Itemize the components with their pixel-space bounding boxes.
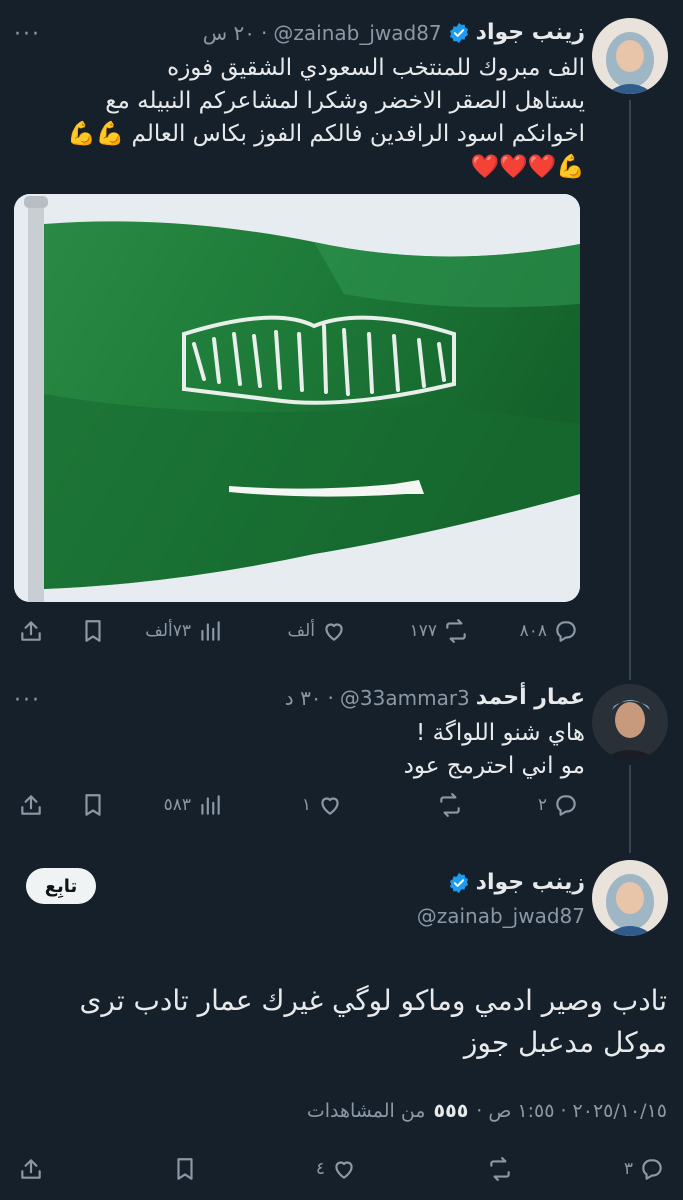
tweet-actions: ٣ ٤ xyxy=(0,1150,683,1190)
avatar[interactable] xyxy=(592,684,668,760)
tweet-text-line: الف مبروك للمنتخب السعودي الشقيق فوزه xyxy=(167,55,585,81)
repost-count: ١٧٧ xyxy=(409,621,437,641)
views-count: ٧٣ألف xyxy=(145,621,191,641)
author-block: زينب جواد xyxy=(448,870,585,895)
tweet-text-line: يستاهل الصقر الاخضر وشكرا لمشاعركم النبي… xyxy=(105,88,585,114)
reply-count: ٣ xyxy=(623,1159,633,1179)
reply-button[interactable]: ٢ xyxy=(538,792,579,818)
author-handle[interactable]: @33ammar3 xyxy=(340,686,470,710)
author-name[interactable]: زينب جواد xyxy=(476,20,585,45)
views-label: من المشاهدات xyxy=(306,1100,426,1122)
repost-icon xyxy=(440,793,460,817)
reply-button[interactable]: ٨٠٨ xyxy=(520,618,579,644)
reply-button[interactable]: ٣ xyxy=(624,1156,665,1182)
share-button[interactable] xyxy=(18,792,44,818)
share-icon xyxy=(21,795,41,815)
reply-icon xyxy=(642,1159,662,1180)
bookmark-icon xyxy=(85,620,101,642)
author-name[interactable]: عمار أحمد xyxy=(476,685,585,710)
tweet-timestamp-row: ٢٠٢٥/١٠/١٥ · ١:٥٥ ص · ٥٥٥ من المشاهدات xyxy=(307,1100,667,1122)
tweet-body: هاي شنو اللواگة ! مو اني احترمج عود xyxy=(25,717,585,783)
like-button[interactable]: ألف xyxy=(287,618,347,644)
reply-count: ٨٠٨ xyxy=(519,621,547,641)
main-tweet-text: تادب وصير ادمي وماكو لوگي غيرك عمار تادب… xyxy=(79,984,667,1059)
tweet-media-flag-image[interactable] xyxy=(14,194,580,602)
reply-count: ٢ xyxy=(537,795,547,815)
author-handle[interactable]: @zainab_jwad87 xyxy=(417,904,585,928)
like-icon xyxy=(325,623,343,641)
tweet-header: زينب جواد @zainab_jwad87 · ٢٠ س xyxy=(203,20,585,45)
separator: · xyxy=(327,685,334,710)
like-count: ألف xyxy=(287,621,315,641)
more-icon[interactable]: ··· xyxy=(14,22,41,47)
views-icon xyxy=(201,621,220,641)
bookmark-button[interactable] xyxy=(80,618,106,644)
share-button[interactable] xyxy=(18,618,44,644)
tweet-text-line: مو اني احترمج عود xyxy=(403,753,585,779)
repost-button[interactable]: ١٧٧ xyxy=(410,618,469,644)
tweet-time[interactable]: ٣٠ د xyxy=(285,686,322,710)
bookmark-button[interactable] xyxy=(80,792,106,818)
tweet-time[interactable]: ٢٠ س xyxy=(203,21,255,45)
like-button[interactable]: ١ xyxy=(302,792,343,818)
repost-button[interactable] xyxy=(437,792,463,818)
bookmark-icon xyxy=(85,794,101,816)
like-icon xyxy=(335,1161,353,1179)
like-icon xyxy=(321,797,339,815)
tweet-text-line: 💪❤️❤️❤️ xyxy=(470,154,585,180)
follow-button[interactable]: تابِع xyxy=(26,868,96,904)
repost-icon xyxy=(446,619,466,643)
tweet-timestamp[interactable]: ٢٠٢٥/١٠/١٥ · ١:٥٥ ص · xyxy=(476,1100,667,1122)
share-icon xyxy=(21,1159,41,1179)
reply-icon xyxy=(556,795,576,816)
like-count: ١ xyxy=(301,795,311,815)
tweet-header: عمار أحمد @33ammar3 · ٣٠ د xyxy=(285,685,585,710)
more-icon[interactable]: ··· xyxy=(14,688,41,713)
avatar[interactable] xyxy=(592,860,668,936)
avatar[interactable] xyxy=(592,18,668,94)
bookmark-button[interactable] xyxy=(172,1156,198,1182)
reply-icon xyxy=(556,621,576,642)
tweet-text-line: هاي شنو اللواگة ! xyxy=(416,720,585,746)
views-button[interactable]: ٧٣ألف xyxy=(145,618,223,644)
bookmark-icon xyxy=(177,1158,193,1180)
thread-line-1 xyxy=(629,100,631,680)
verified-icon xyxy=(449,22,468,43)
verified-icon xyxy=(449,872,468,893)
tweet-actions: ٨٠٨ ١٧٧ ألف ٧٣ألف xyxy=(0,612,683,652)
views-button[interactable]: ٥٨٣ xyxy=(164,792,223,818)
share-icon xyxy=(21,621,41,641)
like-button[interactable]: ٤ xyxy=(316,1156,357,1182)
repost-button[interactable] xyxy=(487,1156,513,1182)
tweet-body: الف مبروك للمنتخب السعودي الشقيق فوزه يس… xyxy=(25,52,585,184)
separator: · xyxy=(261,20,268,45)
tweet-actions: ٢ ١ ٥٨٣ xyxy=(0,786,683,826)
like-count: ٤ xyxy=(315,1159,325,1179)
views-count: ٥٥٥ xyxy=(433,1100,469,1122)
author-name[interactable]: زينب جواد xyxy=(476,870,585,895)
tweet-text-line: اخوانكم اسود الرافدين فالكم الفوز بكاس ا… xyxy=(66,121,585,147)
author-handle[interactable]: @zainab_jwad87 xyxy=(273,21,441,45)
views-icon xyxy=(201,795,220,815)
views-count: ٥٨٣ xyxy=(163,795,191,815)
repost-icon xyxy=(490,1157,510,1181)
share-button[interactable] xyxy=(18,1156,44,1182)
